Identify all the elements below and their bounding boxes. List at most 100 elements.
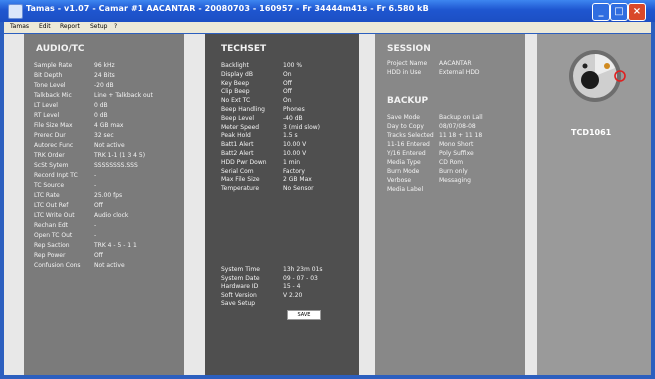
audio-tc-title: AUDIO/TC (36, 44, 85, 54)
setting-label: File Size Max (34, 122, 73, 129)
setting-label: Backlight (221, 62, 249, 69)
setting-label: Meter Speed (221, 123, 260, 131)
setting-label: Autorec Func (34, 142, 74, 149)
session-title: SESSION (387, 44, 431, 54)
setting-label: Max File Size (221, 176, 260, 184)
setting-value: -20 dB (94, 82, 114, 89)
menu-edit[interactable]: Edit (39, 23, 51, 30)
setting-value: No Sensor (283, 185, 314, 193)
setting-value: 11 18 + 11 18 (439, 132, 483, 139)
setting-label: Tracks Selected (387, 132, 434, 139)
setting-label: Day to Copy (387, 123, 424, 130)
setting-value: Off (283, 79, 292, 87)
setting-label: System Time (221, 266, 260, 273)
setting-value: Line + Talkback out (94, 92, 153, 99)
setting-value: Off (94, 252, 103, 259)
techset-panel: TECHSET Backlight 100 % Display dB On Key Be… (205, 34, 359, 375)
setting-label: TRK Order (34, 152, 65, 159)
setting-label: Media Type (387, 159, 421, 166)
setting-label: Soft Version (221, 291, 257, 299)
setting-value: Backup on Lall (439, 114, 483, 121)
app-icon (8, 4, 23, 19)
setting-label: Save Setup (221, 300, 256, 307)
setting-label: Beep Level (221, 114, 255, 122)
setting-value: 1 min (283, 158, 301, 166)
setting-label: Sample Rate (34, 62, 73, 69)
device-knob-icon[interactable] (567, 46, 627, 106)
application-window: Tamas - v1.07 - Camar #1 AACANTAR - 2008… (0, 0, 655, 379)
setting-value: 100 % (283, 62, 303, 69)
setting-label: Hardware ID (221, 283, 259, 290)
setting-label: No Ext TC (221, 97, 251, 105)
setting-label: LTC Write Out (34, 212, 75, 219)
save-setup-button[interactable]: SAVE (287, 310, 321, 320)
device-label: TCD1061 (571, 128, 612, 137)
setting-value: 25.00 fps (94, 192, 123, 199)
setting-label: Y/16 Entered (387, 150, 426, 157)
setting-value: Factory (283, 167, 305, 175)
setting-value: TRK 4 - 5 - 1 1 (94, 242, 137, 249)
minimize-button[interactable]: _ (592, 3, 610, 21)
close-button[interactable]: × (628, 3, 646, 21)
audio-tc-panel: AUDIO/TC Sample Rate 96 kHz Bit Depth 24 Bi… (24, 34, 184, 375)
setting-label: Save Mode (387, 114, 420, 121)
setting-value: 1.5 s (283, 132, 298, 140)
setting-label: System Date (221, 274, 260, 282)
menu-report[interactable]: Report (60, 23, 80, 30)
session-panel: SESSION Project Name AACANTAR HDD in Use Ex… (375, 34, 525, 375)
setting-label: Burn Mode (387, 168, 420, 175)
setting-label: Bit Depth (34, 72, 63, 79)
setting-value: - (94, 232, 97, 239)
setting-value: Not active (94, 142, 125, 149)
setting-value: 0 dB (94, 102, 108, 109)
setting-value: - (94, 222, 97, 229)
setting-value: 08/07/08-08 (439, 123, 476, 130)
setting-label: Verbose (387, 177, 412, 184)
menu-bar: Tamas Edit Report Setup ? (4, 22, 651, 33)
setting-value: Off (283, 88, 292, 96)
setting-value: 13h 23m 01s (283, 266, 323, 273)
device-panel: TCD1061 (537, 34, 651, 375)
setting-label: Clip Beep (221, 88, 250, 96)
setting-value: 2 GB Max (283, 176, 312, 184)
setting-value: External HDD (439, 69, 480, 76)
setting-label: RT Level (34, 112, 60, 119)
setting-label: Prerec Dur (34, 132, 66, 139)
setting-value: Not active (94, 262, 125, 269)
setting-label: LTC Out Ref (34, 202, 69, 209)
setting-label: Beep Handling (221, 106, 265, 113)
setting-value: V 2.20 (283, 291, 303, 299)
setting-value: TRK 1-1 (1 3 4 5) (94, 152, 146, 159)
setting-value: 09 - 07 - 03 (283, 274, 318, 282)
menu-tamas[interactable]: Tamas (10, 23, 29, 30)
setting-value: Messaging (439, 177, 471, 184)
setting-label: Record Inpt TC (34, 172, 78, 179)
setting-label: 11-16 Entered (387, 141, 430, 148)
setting-value: Poly Suffixe (439, 150, 474, 157)
setting-label: Media Label (387, 186, 424, 193)
setting-value: Phones (283, 106, 305, 113)
setting-label: Display dB (221, 70, 253, 78)
setting-label: Talkback Mic (34, 92, 72, 99)
setting-value: 96 kHz (94, 62, 115, 69)
setting-label: HDD in Use (387, 69, 422, 76)
setting-label: Open TC Out (34, 232, 73, 239)
backup-title: BACKUP (387, 96, 429, 106)
setting-label: Rep Saction (34, 242, 70, 249)
setting-value: Off (94, 202, 103, 209)
menu-setup[interactable]: Setup (90, 23, 107, 30)
setting-label: Temperature (221, 185, 260, 193)
setting-value: On (283, 70, 292, 78)
setting-value: 4 GB max (94, 122, 124, 129)
setting-value: - (94, 182, 97, 189)
techset-title: TECHSET (221, 44, 267, 54)
setting-value: 10.00 V (283, 141, 307, 149)
menu-help[interactable]: ? (114, 23, 117, 30)
setting-value: Mono Short (439, 141, 474, 148)
setting-label: Batt1 Alert (221, 141, 254, 149)
main-content: AUDIO/TC Sample Rate 96 kHz Bit Depth 24 Bi… (4, 34, 651, 375)
window-title: Tamas - v1.07 - Camar #1 AACANTAR - 2008… (26, 4, 429, 13)
setting-label: Rep Power (34, 252, 66, 259)
maximize-button[interactable]: □ (610, 3, 628, 21)
setting-label: Project Name (387, 60, 428, 67)
